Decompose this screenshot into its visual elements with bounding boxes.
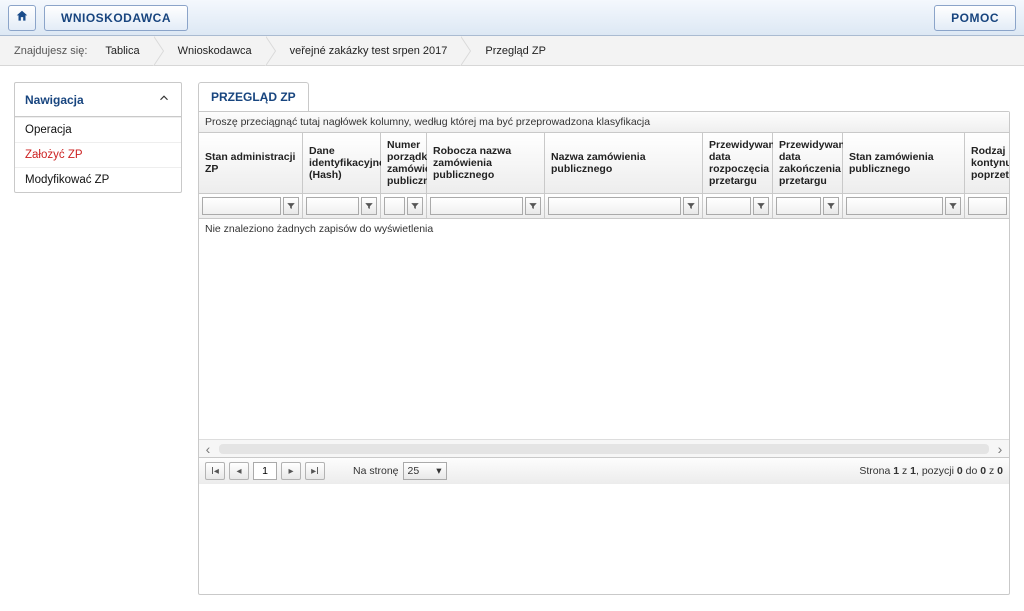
sidebar-item-label: Operacja [25,124,72,136]
filter-icon[interactable] [683,197,699,215]
home-icon [15,9,29,26]
grid-empty-message: Nie znaleziono żadnych zapisów do wyświe… [199,219,1009,239]
filter-icon[interactable] [525,197,541,215]
tab-label: PRZEGLĄD ZP [211,90,296,104]
sidebar-nawigacja: Nawigacja Operacja Założyć ZP Modyfikowa… [14,82,182,193]
sidebar-title: Nawigacja [25,93,84,107]
filter-icon[interactable] [945,197,961,215]
filter-input-1[interactable] [306,197,359,215]
scroll-track[interactable] [219,444,989,454]
per-page-label: Na stronę [353,465,399,477]
grid-header-row: Stan administracji ZP Dane identyfikacyj… [199,133,1009,194]
per-page-select[interactable]: 25 ▾ [403,462,447,480]
sidebar-header[interactable]: Nawigacja [15,83,181,117]
col-header-stan-zamowienia[interactable]: Stan zamówienia publicznego [843,133,965,194]
tab-przeglad-zp[interactable]: PRZEGLĄD ZP [198,82,309,111]
breadcrumb-label: Znajdujesz się: [14,45,87,57]
sidebar-item-operacja[interactable]: Operacja [15,117,181,142]
filter-input-8[interactable] [968,197,1007,215]
chevron-right-icon [154,36,164,66]
pager-last-button[interactable]: ▸I [305,462,325,480]
chevron-up-icon [157,91,171,108]
filter-icon[interactable] [283,197,299,215]
filter-input-5[interactable] [706,197,751,215]
pomoc-label: POMOC [951,11,999,25]
col-header-stan-administracji[interactable]: Stan administracji ZP [199,133,303,194]
pager-next-button[interactable]: ▸ [281,462,301,480]
col-header-rodzaj-kontynuacji[interactable]: Rodzaj kontynuacji poprzetargowej [965,133,1009,194]
pager-first-button[interactable]: I◂ [205,462,225,480]
col-header-data-rozpoczecia[interactable]: Przewidywana data rozpoczęcia przetargu [703,133,773,194]
sidebar-item-modyfikowac-zp[interactable]: Modyfikować ZP [15,167,181,192]
card-footer-space [199,484,1009,594]
per-page-value: 25 [408,465,420,477]
filter-icon[interactable] [753,197,769,215]
pager-prev-button[interactable]: ◂ [229,462,249,480]
filter-input-7[interactable] [846,197,943,215]
filter-icon[interactable] [361,197,377,215]
pager: I◂ ◂ ▸ ▸I Na stronę 25 ▾ Strona 1 z 1, p… [199,457,1009,484]
col-header-data-zakonczenia[interactable]: Przewidywana data zakończenia przetargu [773,133,843,194]
scroll-right-button[interactable]: › [991,441,1009,457]
sidebar-item-zalozyc-zp[interactable]: Założyć ZP [15,142,181,167]
pager-summary: Strona 1 z 1, pozycji 0 do 0 z 0 [859,465,1003,477]
sidebar-item-label: Założyć ZP [25,149,83,161]
col-header-nazwa[interactable]: Nazwa zamówienia publicznego [545,133,703,194]
filter-input-0[interactable] [202,197,281,215]
sidebar-item-label: Modyfikować ZP [25,174,109,186]
breadcrumb-item-1[interactable]: Wnioskodawca [164,36,266,66]
filter-icon[interactable] [407,197,423,215]
chevron-right-icon [266,36,276,66]
breadcrumb-item-2[interactable]: veřejné zakázky test srpen 2017 [276,36,462,66]
breadcrumb-item-3[interactable]: Przegląd ZP [471,36,560,66]
grid-filter-row [199,194,1009,219]
grid-horizontal-scroll[interactable]: Stan administracji ZP Dane identyfikacyj… [199,133,1009,219]
filter-input-2[interactable] [384,197,405,215]
filter-input-3[interactable] [430,197,523,215]
pomoc-button[interactable]: POMOC [934,5,1016,31]
filter-input-6[interactable] [776,197,821,215]
home-button[interactable] [8,5,36,31]
scroll-left-button[interactable]: ‹ [199,441,217,457]
pager-page-input[interactable] [253,462,277,480]
breadcrumb: Znajdujesz się: Tablica Wnioskodawca veř… [0,36,1024,66]
col-header-robocza-nazwa[interactable]: Robocza nazwa zamówienia publicznego [427,133,545,194]
chevron-down-icon: ▾ [436,465,441,477]
filter-icon[interactable] [823,197,839,215]
wnioskodawca-button[interactable]: WNIOSKODAWCA [44,5,188,31]
grid-body [199,239,1009,439]
breadcrumb-item-0[interactable]: Tablica [91,36,153,66]
group-by-hint: Proszę przeciągnąć tutaj nagłówek kolumn… [199,112,1009,133]
filter-input-4[interactable] [548,197,681,215]
wnioskodawca-label: WNIOSKODAWCA [61,11,171,25]
col-header-hash[interactable]: Dane identyfikacyjne (Hash) [303,133,381,194]
chevron-right-icon [461,36,471,66]
col-header-numer-porzadkowy[interactable]: Numer porządkowy zamówienia publicznego [381,133,427,194]
